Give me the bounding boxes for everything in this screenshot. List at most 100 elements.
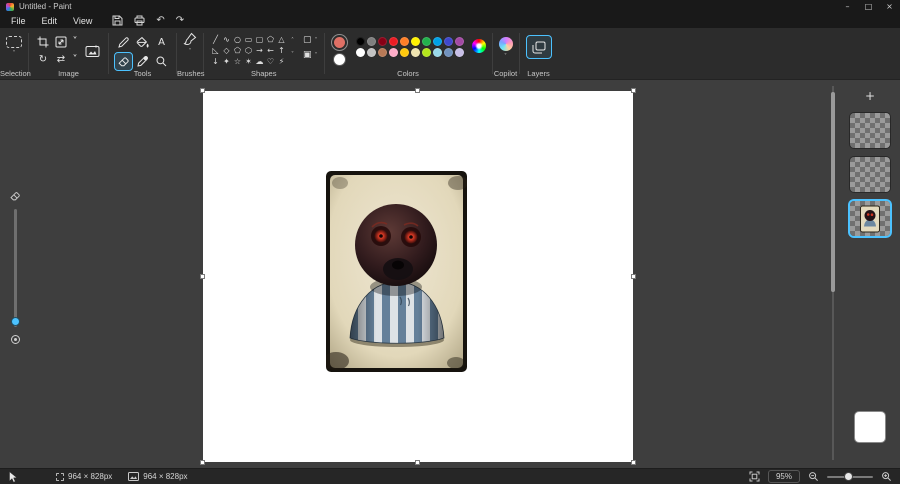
shape-fill-button[interactable]: ▣ ˅ bbox=[303, 51, 318, 60]
shape-diamond[interactable]: ◇ bbox=[221, 45, 232, 56]
canvas-resize-handle-top[interactable] bbox=[415, 88, 420, 93]
color-swatch-purple[interactable] bbox=[454, 37, 464, 46]
color-swatch-lime[interactable] bbox=[421, 48, 431, 57]
shape-right-arrow[interactable]: → bbox=[254, 45, 265, 56]
layer-3[interactable] bbox=[850, 113, 890, 148]
zoom-level-button[interactable]: 95% bbox=[767, 470, 800, 483]
menu-view[interactable]: View bbox=[65, 15, 100, 27]
zoom-slider-handle[interactable] bbox=[845, 472, 853, 480]
fill-tool[interactable] bbox=[134, 34, 151, 51]
color-swatch-lavender[interactable] bbox=[454, 48, 464, 57]
zoom-in-icon[interactable] bbox=[881, 471, 892, 482]
color-swatch-black[interactable] bbox=[355, 37, 365, 46]
color-swatch-light-turquoise[interactable] bbox=[432, 48, 442, 57]
color-swatch-turquoise[interactable] bbox=[432, 37, 442, 46]
canvas-resize-handle-left[interactable] bbox=[200, 273, 205, 279]
color-swatch-gray-50[interactable] bbox=[366, 37, 376, 46]
shape-line[interactable]: ╱ bbox=[210, 34, 221, 45]
text-tool[interactable]: A bbox=[153, 34, 170, 51]
brushes-chevron-down-icon[interactable]: ˅ bbox=[189, 49, 192, 55]
drawing-canvas[interactable] bbox=[200, 88, 636, 465]
shape-down-arrow[interactable]: ↓ bbox=[210, 56, 221, 67]
resize-icon[interactable] bbox=[55, 36, 67, 48]
color-swatch-light-yellow[interactable] bbox=[410, 48, 420, 57]
shape-lightning[interactable]: ⚡ bbox=[276, 56, 287, 67]
color-swatch-indigo[interactable] bbox=[443, 37, 453, 46]
shape-triangle[interactable]: △ bbox=[276, 34, 287, 45]
add-layer-button[interactable]: + bbox=[862, 88, 878, 104]
scrollbar-thumb[interactable] bbox=[831, 92, 835, 292]
color-swatch-yellow[interactable] bbox=[410, 37, 420, 46]
zoom-slider[interactable] bbox=[827, 472, 873, 480]
chevron-down-icon[interactable]: ˅ bbox=[73, 37, 78, 47]
tool-size-slider-handle[interactable] bbox=[11, 318, 19, 325]
shape-rectangle[interactable]: ▭ bbox=[243, 34, 254, 45]
magnifier-tool[interactable] bbox=[153, 53, 170, 70]
shape-polygon[interactable]: ⬠ bbox=[265, 34, 276, 45]
shapes-scroll-up-icon[interactable]: ˄ bbox=[291, 38, 294, 44]
pencil-tool[interactable] bbox=[115, 34, 132, 51]
color-swatch-blue-gray[interactable] bbox=[443, 48, 453, 57]
shape-cloud-callout[interactable]: ☁ bbox=[254, 56, 265, 67]
menu-edit[interactable]: Edit bbox=[34, 15, 66, 27]
print-icon[interactable] bbox=[134, 15, 145, 26]
remove-background-button[interactable] bbox=[82, 34, 102, 68]
color1-swatch[interactable] bbox=[333, 37, 345, 48]
shape-pentagon[interactable]: ⬠ bbox=[232, 45, 243, 56]
color-swatch-green[interactable] bbox=[421, 37, 431, 46]
canvas-resize-handle-top-right[interactable] bbox=[631, 88, 636, 93]
shape-heart[interactable]: ♡ bbox=[265, 56, 276, 67]
shape-rounded-rectangle[interactable]: ▢ bbox=[254, 34, 265, 45]
zoom-out-icon[interactable] bbox=[808, 471, 819, 482]
layers-button[interactable] bbox=[525, 35, 552, 59]
minimize-button[interactable]: – bbox=[837, 0, 858, 13]
shape-curve[interactable]: ∿ bbox=[221, 34, 232, 45]
shape-five-point-star[interactable]: ☆ bbox=[232, 56, 243, 67]
color-swatch-orange[interactable] bbox=[399, 37, 409, 46]
size-indicator-icon[interactable] bbox=[10, 334, 21, 345]
color-swatch-rose[interactable] bbox=[388, 48, 398, 57]
crop-icon[interactable] bbox=[37, 36, 49, 48]
shape-right-triangle[interactable]: ◺ bbox=[210, 45, 221, 56]
maximize-button[interactable]: □ bbox=[858, 0, 879, 13]
save-icon[interactable] bbox=[112, 15, 123, 26]
eyedropper-tool[interactable] bbox=[134, 53, 151, 70]
shapes-scroll-down-icon[interactable]: ˅ bbox=[291, 52, 294, 58]
chevron-down-icon[interactable]: ˅ bbox=[73, 55, 78, 65]
close-button[interactable]: × bbox=[879, 0, 900, 13]
color-swatch-red[interactable] bbox=[388, 37, 398, 46]
shape-six-point-star[interactable]: ✶ bbox=[243, 56, 254, 67]
shape-hexagon[interactable]: ⬡ bbox=[243, 45, 254, 56]
shape-oval[interactable]: ○ bbox=[232, 34, 243, 45]
rotate-icon[interactable]: ↻ bbox=[39, 55, 47, 65]
canvas-resize-handle-bottom[interactable] bbox=[415, 460, 420, 465]
layer-1[interactable] bbox=[850, 201, 890, 236]
canvas-resize-handle-bottom-right[interactable] bbox=[631, 460, 636, 465]
color-swatch-white[interactable] bbox=[355, 48, 365, 57]
shape-outline-button[interactable]: ▢ ˅ bbox=[303, 36, 318, 45]
eraser-tool[interactable] bbox=[114, 52, 133, 71]
copilot-chevron-down-icon[interactable]: ˅ bbox=[504, 54, 507, 60]
canvas-resize-handle-bottom-left[interactable] bbox=[200, 460, 205, 465]
color-swatch-dark-red[interactable] bbox=[377, 37, 387, 46]
shape-left-arrow[interactable]: ← bbox=[265, 45, 276, 56]
layer-2[interactable] bbox=[850, 157, 890, 192]
canvas-resize-handle-right[interactable] bbox=[631, 273, 636, 279]
color-swatch-gold[interactable] bbox=[399, 48, 409, 57]
selection-tool-icon[interactable] bbox=[6, 36, 22, 48]
copilot-icon[interactable] bbox=[498, 37, 513, 51]
redo-icon[interactable]: ↷ bbox=[176, 15, 184, 26]
undo-icon[interactable]: ↶ bbox=[156, 15, 164, 26]
brush-icon[interactable] bbox=[183, 32, 197, 46]
color-swatch-gray-25[interactable] bbox=[366, 48, 376, 57]
selection-chevron-down-icon[interactable]: ˅ bbox=[13, 51, 16, 57]
color-swatch-brown[interactable] bbox=[377, 48, 387, 57]
edit-colors-button[interactable] bbox=[471, 39, 486, 53]
shape-four-point-star[interactable]: ✦ bbox=[221, 56, 232, 67]
tool-size-slider[interactable] bbox=[11, 209, 19, 327]
color2-swatch[interactable] bbox=[333, 54, 345, 65]
canvas-resize-handle-top-left[interactable] bbox=[200, 88, 205, 93]
shape-up-arrow[interactable]: ↑ bbox=[276, 45, 287, 56]
fit-to-screen-icon[interactable] bbox=[749, 471, 760, 482]
menu-file[interactable]: File bbox=[3, 15, 34, 27]
